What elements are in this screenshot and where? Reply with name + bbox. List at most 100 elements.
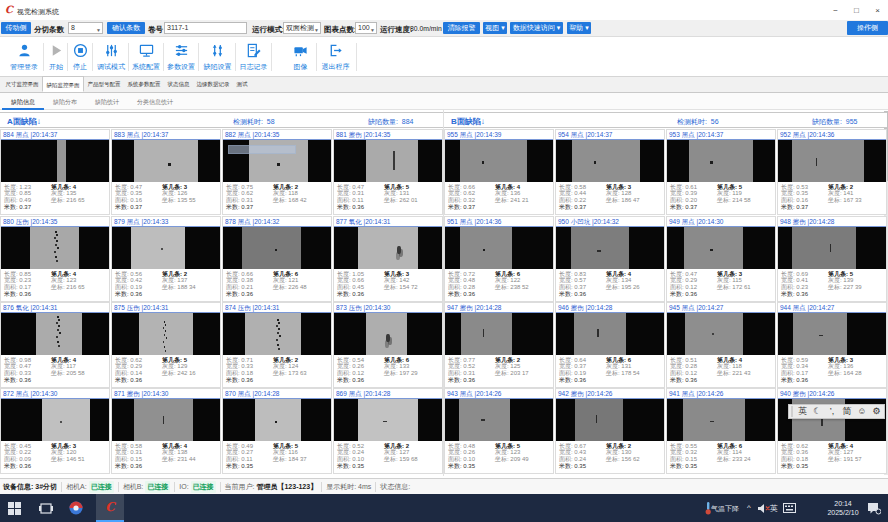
defect-card-945[interactable]: 945 黑点 |20:14:27长度: 0.51 宽度: 0.28 面积: 0.… (666, 302, 776, 388)
tab-6[interactable]: 测试 (233, 76, 251, 92)
defect-image[interactable] (1, 227, 109, 269)
action-exit[interactable]: 退出程序 (319, 42, 352, 72)
card-header[interactable]: 869 黑点 |20:14:28 (334, 389, 442, 399)
defect-image[interactable] (1, 140, 109, 182)
defect-card-871[interactable]: 871 擦伤 |20:14:30长度: 0.58 宽度: 0.31 面积: 0.… (111, 388, 221, 474)
card-header[interactable]: 948 擦伤 |20:14:28 (778, 217, 886, 227)
defect-card-951[interactable]: 951 黑点 |20:14:36长度: 0.72 宽度: 0.48 面积: 0.… (444, 216, 554, 302)
defect-image[interactable] (1, 399, 109, 441)
maximize-button[interactable]: □ (846, 4, 867, 17)
run-mode-select[interactable]: 双面检测▼ (283, 22, 321, 34)
defect-card-955[interactable]: 955 黑点 |20:14:39长度: 0.66 宽度: 0.62 面积: 0.… (444, 129, 554, 215)
defect-image[interactable] (445, 227, 553, 269)
card-header[interactable]: 873 压伤 |20:14:30 (334, 303, 442, 313)
action-monitor[interactable]: 系统配置 (130, 42, 162, 72)
view-button[interactable]: 视图 ▾ (483, 22, 507, 34)
tab-0[interactable]: 尺寸监控界面 (2, 76, 42, 92)
ime-language-indicator[interactable]: 英 (770, 503, 778, 514)
confirm-count-button[interactable]: 确认条数 (107, 22, 145, 34)
card-header[interactable]: 884 黑点 |20:14:37 (1, 130, 109, 140)
quick-access-button[interactable]: 数据快速访问 ▾ (510, 22, 563, 34)
defect-card-946[interactable]: 946 擦伤 |20:14:28长度: 0.64 宽度: 0.37 面积: 0.… (555, 302, 665, 388)
action-camera[interactable]: 图像 (287, 42, 314, 72)
card-header[interactable]: 947 擦伤 |20:14:28 (445, 303, 553, 313)
tab-3[interactable]: 系统参数配置 (124, 76, 164, 92)
card-header[interactable]: 879 黑点 |20:14:33 (112, 217, 220, 227)
card-header[interactable]: 872 黑点 |20:14:30 (1, 389, 109, 399)
action-defect[interactable]: 缺陷设置 (201, 42, 234, 72)
defect-card-942[interactable]: 942 擦伤 |20:14:26长度: 0.67 宽度: 0.43 面积: 0.… (555, 388, 665, 474)
card-header[interactable]: 878 黑点 |20:14:32 (223, 217, 331, 227)
defect-image[interactable] (445, 399, 553, 441)
clear-alarm-button[interactable]: 清除报警 (443, 22, 480, 34)
ime-lang-toggle[interactable]: 英 (795, 405, 810, 418)
defect-image[interactable] (556, 399, 664, 441)
ime-drag-handle[interactable] (791, 406, 793, 417)
defect-card-883[interactable]: 883 黑点 |20:14:37长度: 0.47 宽度: 0.35 面积: 0.… (111, 129, 221, 215)
defect-image[interactable] (334, 227, 442, 269)
card-header[interactable]: 874 压伤 |20:14:31 (223, 303, 331, 313)
defect-card-879[interactable]: 879 黑点 |20:14:33长度: 0.56 宽度: 0.42 面积: 0.… (111, 216, 221, 302)
ime-emoji-icon[interactable]: ☺ (854, 405, 869, 418)
card-header[interactable]: 876 氧化 |20:14:31 (1, 303, 109, 313)
taskbar-clock[interactable]: 20:14 2025/2/10 (826, 499, 860, 517)
card-header[interactable]: 943 黑点 |20:14:26 (445, 389, 553, 399)
defect-image[interactable] (334, 313, 442, 355)
card-header[interactable]: 955 黑点 |20:14:39 (445, 130, 553, 140)
defect-card-869[interactable]: 869 黑点 |20:14:28长度: 0.52 宽度: 0.24 面积: 0.… (333, 388, 443, 474)
card-header[interactable]: 951 黑点 |20:14:36 (445, 217, 553, 227)
roll-input[interactable]: 3117-1 (164, 22, 247, 34)
card-header[interactable]: 875 压伤 |20:14:31 (112, 303, 220, 313)
panel-title[interactable]: A面缺陷↓ (7, 116, 41, 127)
drive-side-button[interactable]: 传动侧 (1, 22, 31, 34)
card-header[interactable]: 941 黑点 |20:14:26 (667, 389, 775, 399)
defect-card-944[interactable]: 944 黑点 |20:14:27长度: 0.59 宽度: 0.34 面积: 0.… (777, 302, 887, 388)
card-header[interactable]: 944 黑点 |20:14:27 (778, 303, 886, 313)
card-header[interactable]: 946 擦伤 |20:14:28 (556, 303, 664, 313)
weather-text[interactable]: 气温下降 (711, 504, 739, 514)
subtab-3[interactable]: 分类信息统计 (128, 93, 182, 110)
card-header[interactable]: 949 黑点 |20:14:30 (667, 217, 775, 227)
action-play[interactable]: 开始 (45, 42, 67, 72)
action-log[interactable]: 日志记录 (237, 42, 270, 72)
defect-card-953[interactable]: 953 黑点 |20:14:37长度: 0.61 宽度: 0.39 面积: 0.… (666, 129, 776, 215)
action-user[interactable]: 管理登录 (4, 42, 44, 72)
card-header[interactable]: 877 氧化 |20:14:31 (334, 217, 442, 227)
defect-card-940[interactable]: 940 擦伤 |20:14:26长度: 0.62 宽度: 0.36 面积: 0.… (777, 388, 887, 474)
defect-card-872[interactable]: 872 黑点 |20:14:30长度: 0.45 宽度: 0.22 面积: 0.… (0, 388, 110, 474)
card-header[interactable]: 953 黑点 |20:14:37 (667, 130, 775, 140)
close-button[interactable]: × (867, 4, 888, 17)
strip-count-select[interactable]: 8▼ (68, 22, 103, 34)
defect-image[interactable] (112, 227, 220, 269)
defect-image[interactable] (667, 313, 775, 355)
defect-image[interactable] (445, 313, 553, 355)
card-header[interactable]: 880 压伤 |20:14:35 (1, 217, 109, 227)
card-header[interactable]: 954 黑点 |20:14:37 (556, 130, 664, 140)
defect-image[interactable] (667, 399, 775, 441)
ime-simplified-toggle[interactable]: 简 (839, 405, 854, 418)
card-header[interactable]: 883 黑点 |20:14:37 (112, 130, 220, 140)
action-debug[interactable]: 调试模式 (95, 42, 127, 72)
operator-side-button[interactable]: 操作侧 (847, 21, 888, 35)
defect-card-875[interactable]: 875 压伤 |20:14:31长度: 0.62 宽度: 0.29 面积: 0.… (111, 302, 221, 388)
defect-card-880[interactable]: 880 压伤 |20:14:35长度: 0.85 宽度: 0.23 面积: 0.… (0, 216, 110, 302)
defect-image[interactable] (778, 140, 886, 182)
ime-toolbar[interactable]: 英 ☾ ’, 简 ☺ ⚙ (788, 404, 885, 419)
tab-5[interactable]: 边缘数据记录 (193, 76, 233, 92)
defect-card-949[interactable]: 949 黑点 |20:14:30长度: 0.47 宽度: 0.29 面积: 0.… (666, 216, 776, 302)
touch-keyboard-icon[interactable] (781, 500, 797, 516)
help-button[interactable]: 帮助 ▾ (567, 22, 591, 34)
defect-image[interactable] (778, 227, 886, 269)
defect-card-870[interactable]: 870 黑点 |20:14:28长度: 0.49 宽度: 0.27 面积: 0.… (222, 388, 332, 474)
tray-expand-chevron[interactable]: ^ (747, 503, 751, 512)
tab-2[interactable]: 产品型号配置 (84, 76, 124, 92)
defect-image[interactable] (1, 313, 109, 355)
card-header[interactable]: 945 黑点 |20:14:27 (667, 303, 775, 313)
defect-image[interactable] (334, 399, 442, 441)
active-app-button[interactable]: C (96, 494, 124, 520)
defect-image[interactable] (223, 399, 331, 441)
defect-image[interactable] (667, 140, 775, 182)
defect-card-952[interactable]: 952 黑点 |20:14:36长度: 0.53 宽度: 0.35 面积: 0.… (777, 129, 887, 215)
card-header[interactable]: 952 黑点 |20:14:36 (778, 130, 886, 140)
card-header[interactable]: 950 小凹坑 |20:14:32 (556, 217, 664, 227)
